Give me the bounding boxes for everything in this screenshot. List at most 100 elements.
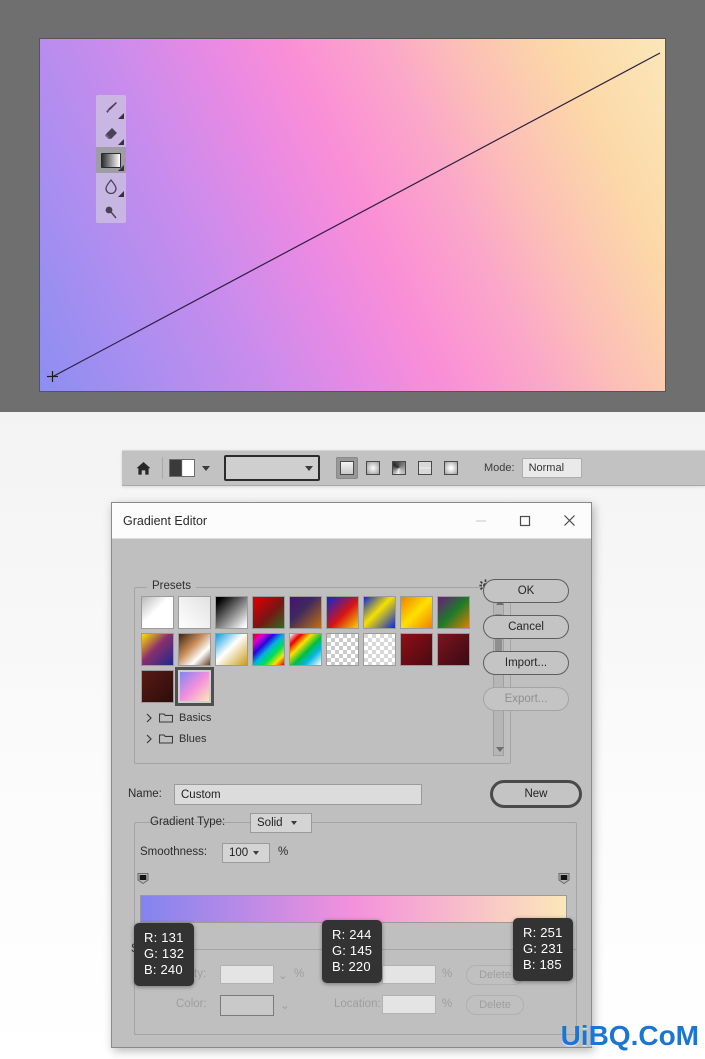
- preset-swatch[interactable]: [215, 633, 248, 666]
- preset-swatch[interactable]: [178, 596, 211, 629]
- chevron-down-icon: [253, 851, 260, 855]
- preset-swatch[interactable]: [326, 596, 359, 629]
- cancel-button[interactable]: Cancel: [483, 615, 569, 639]
- minimize-icon[interactable]: [459, 503, 503, 539]
- ok-button[interactable]: OK: [483, 579, 569, 603]
- gradient-tool-icon[interactable]: [96, 147, 126, 173]
- name-label: Name:: [128, 788, 162, 800]
- preset-swatch[interactable]: [252, 596, 285, 629]
- smoothness-select[interactable]: 100: [222, 843, 270, 863]
- maximize-icon[interactable]: [503, 503, 547, 539]
- rgb-tooltip-right: R: 251 G: 231 B: 185: [513, 918, 574, 981]
- gradient-type-select[interactable]: Solid: [250, 813, 312, 833]
- color-swatch[interactable]: [220, 995, 274, 1016]
- folder-icon: [159, 734, 173, 744]
- folder-label: Basics: [179, 711, 212, 724]
- preset-swatch[interactable]: [400, 596, 433, 629]
- rgb-r-value: R: 244: [332, 927, 372, 942]
- mode-select[interactable]: Normal: [521, 458, 582, 478]
- gradient-picker-chevron[interactable]: [299, 465, 318, 471]
- scroll-down-arrow-icon[interactable]: [496, 747, 504, 752]
- gradient-ramp[interactable]: [140, 895, 567, 923]
- close-icon[interactable]: [547, 503, 591, 539]
- blur-tool-icon[interactable]: [96, 173, 126, 199]
- brush-tool-icon[interactable]: [96, 95, 126, 121]
- location-unit: %: [442, 998, 453, 1010]
- presets-list[interactable]: Basics Blues: [141, 596, 481, 756]
- angle-gradient-button[interactable]: [388, 457, 410, 479]
- rgb-b-value: B: 240: [144, 962, 183, 977]
- preset-swatch[interactable]: [178, 633, 211, 666]
- tool-flyout-triangle: [118, 191, 124, 197]
- location-label: Location:: [334, 998, 381, 1010]
- home-icon[interactable]: [130, 455, 156, 481]
- radial-gradient-button[interactable]: [362, 457, 384, 479]
- gradient-type-value: Solid: [257, 817, 283, 829]
- smoothness-label: Smoothness:: [140, 846, 208, 858]
- preset-swatch[interactable]: [437, 633, 470, 666]
- color-chevron[interactable]: ⌄: [280, 998, 290, 1012]
- preset-swatch[interactable]: [400, 633, 433, 666]
- chevron-right-icon: [146, 713, 152, 722]
- preset-swatch[interactable]: [289, 596, 322, 629]
- dialog-title: Gradient Editor: [123, 513, 208, 528]
- gradient-swatch[interactable]: [227, 458, 299, 478]
- diamond-gradient-button[interactable]: [440, 457, 462, 479]
- reflected-gradient-button[interactable]: [414, 457, 436, 479]
- folder-label: Blues: [179, 732, 207, 745]
- rgb-b-value: B: 220: [332, 959, 371, 974]
- eraser-tool-icon[interactable]: [96, 121, 126, 147]
- preset-swatch[interactable]: [326, 633, 359, 666]
- tool-preset-chip[interactable]: [169, 459, 195, 477]
- location-input[interactable]: [382, 995, 436, 1014]
- folder-icon: [159, 713, 173, 723]
- presets-group: Presets Basics Blues: [134, 579, 511, 764]
- divider: [162, 457, 163, 479]
- location-input-top[interactable]: [382, 965, 436, 984]
- preset-swatch[interactable]: [141, 670, 174, 703]
- photoshop-canvas-area: [0, 0, 705, 412]
- name-input[interactable]: Custom: [174, 784, 422, 805]
- document-canvas[interactable]: [40, 39, 665, 391]
- delete-color-stop-button[interactable]: Delete: [466, 995, 524, 1015]
- preset-swatch[interactable]: [289, 633, 322, 666]
- preset-swatch[interactable]: [363, 596, 396, 629]
- gradient-type-button-group: [336, 457, 462, 479]
- mode-label: Mode:: [484, 462, 515, 474]
- rgb-tooltip-left: R: 131 G: 132 B: 240: [134, 923, 195, 986]
- opacity-stop[interactable]: [137, 871, 149, 885]
- tool-options-bar: Mode: Normal: [122, 450, 705, 486]
- dodge-tool-icon[interactable]: [96, 199, 126, 225]
- linear-gradient-button[interactable]: [336, 457, 358, 479]
- chevron-down-icon[interactable]: [202, 465, 210, 471]
- rgb-r-value: R: 131: [144, 930, 184, 945]
- preset-swatch[interactable]: [141, 633, 174, 666]
- opacity-stop[interactable]: [558, 871, 570, 885]
- preset-swatch-selected[interactable]: [175, 667, 214, 706]
- import-button[interactable]: Import...: [483, 651, 569, 675]
- preset-swatch-grid: [141, 596, 481, 707]
- tool-flyout-triangle: [118, 113, 124, 119]
- gradient-type-label: Gradient Type:: [150, 816, 226, 828]
- preset-swatch[interactable]: [215, 596, 248, 629]
- preset-folder-blues[interactable]: Blues: [141, 728, 481, 749]
- preset-swatch[interactable]: [141, 596, 174, 629]
- preset-folder-basics[interactable]: Basics: [141, 707, 481, 728]
- preset-swatch[interactable]: [363, 633, 396, 666]
- presets-legend: Presets: [147, 580, 196, 592]
- dialog-titlebar[interactable]: Gradient Editor: [112, 503, 591, 539]
- gradient-picker[interactable]: [224, 455, 320, 481]
- tool-flyout-triangle: [118, 165, 124, 171]
- preset-swatch[interactable]: [252, 633, 285, 666]
- floating-mini-toolbar[interactable]: [96, 95, 126, 223]
- dialog-button-column: OK Cancel Import... Export...: [483, 579, 579, 723]
- smoothness-value: 100: [229, 847, 249, 859]
- new-button[interactable]: New: [490, 780, 582, 808]
- chevron-down-icon: [304, 465, 313, 471]
- chevron-right-icon: [146, 734, 152, 743]
- gradient-start-crosshair: [47, 371, 58, 382]
- preset-swatch[interactable]: [437, 596, 470, 629]
- gradient-drag-line: [51, 52, 661, 378]
- opacity-input[interactable]: [220, 965, 274, 984]
- opacity-chevron[interactable]: ⌄: [278, 968, 288, 982]
